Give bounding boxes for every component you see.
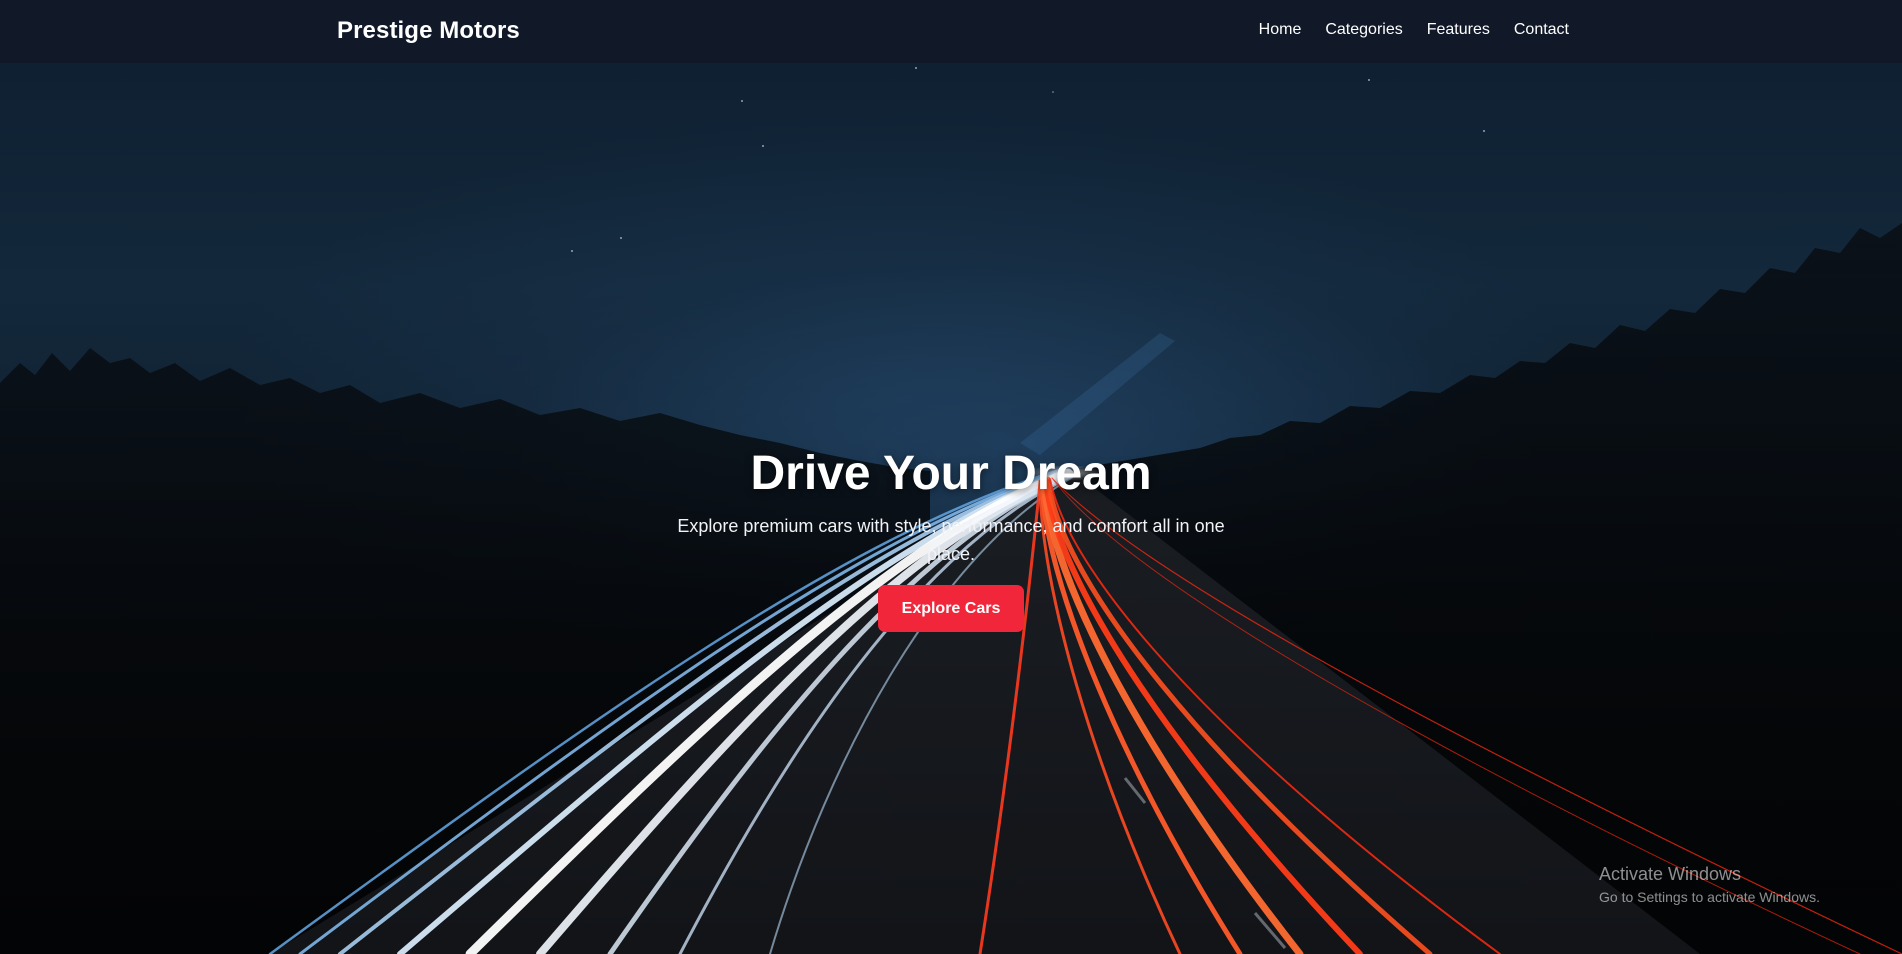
hero-content: Drive Your Dream Explore premium cars wi… xyxy=(0,445,1902,632)
top-navbar: Prestige Motors Home Categories Features… xyxy=(0,0,1902,63)
activate-windows-watermark: Activate Windows Go to Settings to activ… xyxy=(1599,863,1820,907)
activate-windows-title: Activate Windows xyxy=(1599,864,1742,884)
hero-subtitle: Explore premium cars with style, perform… xyxy=(677,516,1225,564)
hero-title: Drive Your Dream xyxy=(750,447,1152,500)
activate-windows-subtitle: Go to Settings to activate Windows. xyxy=(1599,889,1820,905)
main-nav: Home Categories Features Contact xyxy=(1259,21,1569,39)
brand-logo[interactable]: Prestige Motors xyxy=(337,17,520,45)
hero-section: Drive Your Dream Explore premium cars wi… xyxy=(0,63,1902,954)
nav-link-home[interactable]: Home xyxy=(1259,21,1302,39)
nav-link-categories[interactable]: Categories xyxy=(1325,21,1402,39)
explore-cars-button[interactable]: Explore Cars xyxy=(877,585,1025,632)
nav-link-contact[interactable]: Contact xyxy=(1514,21,1569,39)
nav-link-features[interactable]: Features xyxy=(1427,21,1490,39)
